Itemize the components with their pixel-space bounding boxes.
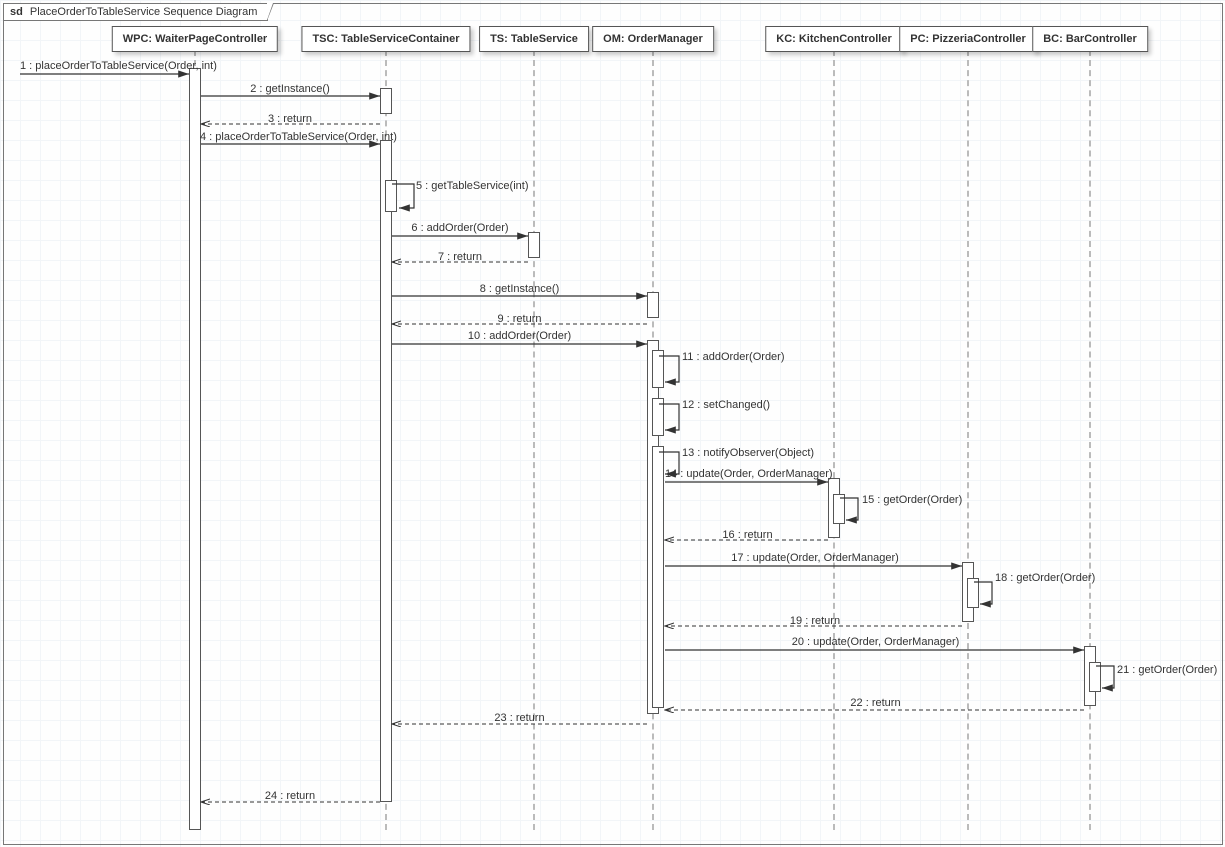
- label-m13: 13 : notifyObserver(Object): [682, 447, 814, 459]
- head-ts: TS: TableService: [479, 26, 589, 52]
- label-m14: 14 : update(Order, OrderManager): [665, 468, 830, 480]
- lifeline-pc: [967, 50, 969, 830]
- head-bc: BC: BarController: [1032, 26, 1148, 52]
- label-m8: 8 : getInstance(): [392, 283, 647, 295]
- label-m9: 9 : return: [392, 313, 647, 325]
- label-m6: 6 : addOrder(Order): [392, 222, 528, 234]
- label-m16: 16 : return: [665, 529, 830, 541]
- frame-kind: sd: [10, 6, 23, 18]
- label-m18: 18 : getOrder(Order): [995, 572, 1095, 584]
- label-m21: 21 : getOrder(Order): [1117, 664, 1217, 676]
- label-m23: 23 : return: [392, 712, 647, 724]
- label-m19: 19 : return: [665, 615, 965, 627]
- label-m10: 10 : addOrder(Order): [392, 330, 647, 342]
- label-m4: 4 : placeOrderToTableService(Order, int): [200, 131, 380, 143]
- lifeline-kc: [833, 50, 835, 830]
- activation-kc-self: [833, 494, 845, 524]
- activation-wpc: [189, 68, 201, 830]
- activation-bc-self: [1089, 662, 1101, 692]
- activation-tsc-1: [380, 88, 392, 114]
- label-m15: 15 : getOrder(Order): [862, 494, 962, 506]
- label-m12: 12 : setChanged(): [682, 399, 770, 411]
- head-pc: PC: PizzeriaController: [899, 26, 1037, 52]
- label-m7: 7 : return: [392, 251, 528, 263]
- activation-om-self11: [652, 350, 664, 388]
- label-m5: 5 : getTableService(int): [416, 180, 529, 192]
- label-m11: 11 : addOrder(Order): [682, 351, 785, 363]
- activation-tsc-self: [385, 180, 397, 212]
- label-m3: 3 : return: [200, 113, 380, 125]
- activation-pc-self: [967, 578, 979, 608]
- label-m17: 17 : update(Order, OrderManager): [665, 552, 965, 564]
- head-tsc: TSC: TableServiceContainer: [301, 26, 470, 52]
- lifeline-bc: [1089, 50, 1091, 830]
- head-wpc: WPC: WaiterPageController: [112, 26, 278, 52]
- label-m2: 2 : getInstance(): [200, 83, 380, 95]
- head-om: OM: OrderManager: [592, 26, 714, 52]
- label-m22: 22 : return: [665, 697, 1086, 709]
- label-m24: 24 : return: [200, 790, 380, 802]
- head-kc: KC: KitchenController: [765, 26, 903, 52]
- label-m20: 20 : update(Order, OrderManager): [665, 636, 1086, 648]
- frame-title: PlaceOrderToTableService Sequence Diagra…: [30, 6, 257, 18]
- activation-om-self13: [652, 446, 664, 708]
- frame-label: sd PlaceOrderToTableService Sequence Dia…: [4, 4, 268, 21]
- activation-om-self12: [652, 398, 664, 436]
- activation-tsc-2: [380, 140, 392, 802]
- label-m1: 1 : placeOrderToTableService(Order, int): [20, 60, 185, 72]
- activation-ts: [528, 232, 540, 258]
- activation-om-1: [647, 292, 659, 318]
